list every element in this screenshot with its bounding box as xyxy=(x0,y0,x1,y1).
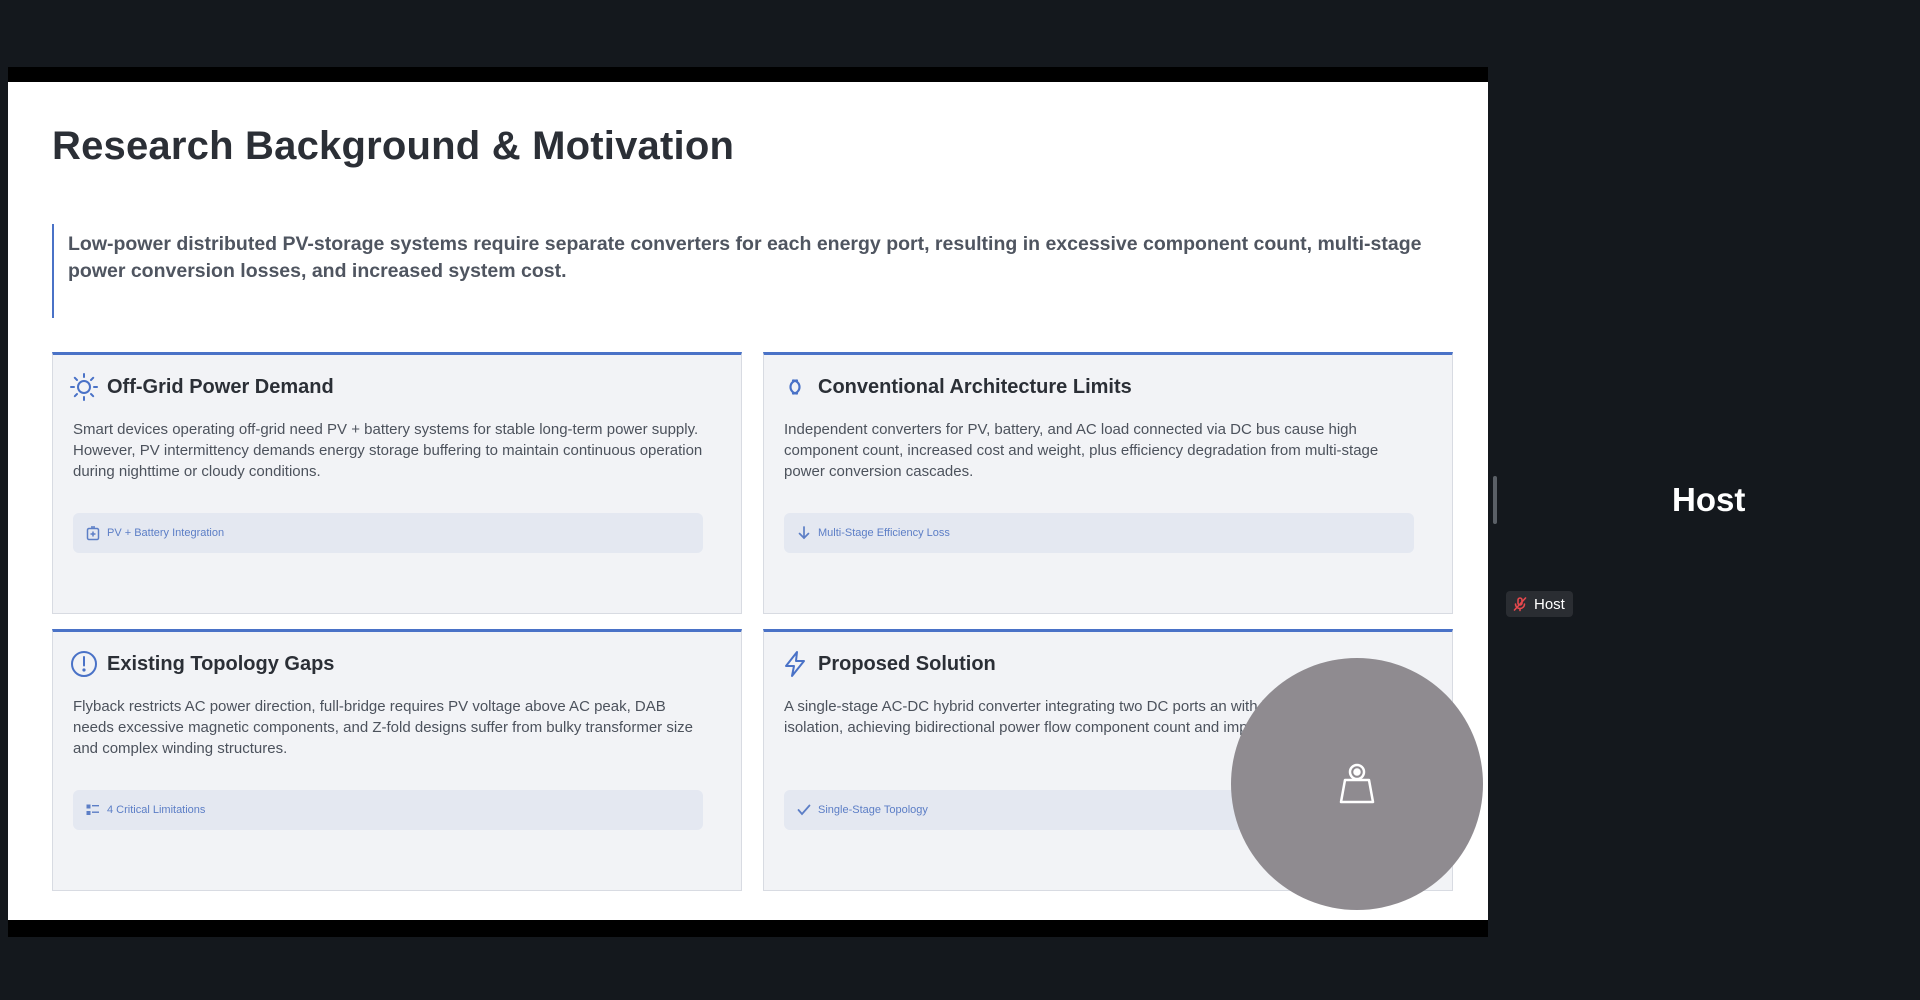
card-existing-topology-gaps: Existing Topology Gaps Flyback restricts… xyxy=(52,629,742,891)
camera-preview-bubble[interactable] xyxy=(1231,658,1483,910)
card-off-grid-power-demand: Off-Grid Power Demand Smart devices oper… xyxy=(52,352,742,614)
link-icon xyxy=(780,372,810,402)
card-title: Proposed Solution xyxy=(818,653,996,675)
list-icon xyxy=(86,804,99,815)
meeting-window: Research Background & Motivation Low-pow… xyxy=(0,0,1920,1000)
card-title: Off-Grid Power Demand xyxy=(107,376,334,398)
intro-text: Low-power distributed PV-storage systems… xyxy=(68,233,1422,282)
card-title: Conventional Architecture Limits xyxy=(818,376,1132,398)
mic-muted-icon xyxy=(1513,597,1527,612)
card-tag-label: 4 Critical Limitations xyxy=(107,804,206,816)
panel-resize-handle[interactable] xyxy=(1493,476,1497,524)
slide-title: Research Background & Motivation xyxy=(52,124,735,168)
camera-off-icon xyxy=(1339,763,1375,804)
card-description: Flyback restricts AC power direction, fu… xyxy=(73,698,694,757)
card-tag-label: Single-Stage Topology xyxy=(818,804,928,816)
card-conventional-architecture-limits: Conventional Architecture Limits Indepen… xyxy=(763,352,1453,614)
card-title: Existing Topology Gaps xyxy=(107,653,335,675)
card-tag-label: Multi-Stage Efficiency Loss xyxy=(818,527,950,539)
participant-chip-label: Host xyxy=(1534,595,1565,613)
participant-name-chip: Host xyxy=(1506,591,1573,617)
battery-icon xyxy=(86,526,100,541)
card-description: Smart devices operating off-grid need PV… xyxy=(73,421,703,480)
participant-name-large: Host xyxy=(1672,481,1746,518)
alert-circle-icon xyxy=(69,649,99,679)
sun-icon xyxy=(69,372,99,402)
card-tag: Multi-Stage Efficiency Loss xyxy=(784,513,1414,553)
card-tag: PV + Battery Integration xyxy=(73,513,703,553)
arrow-down-icon xyxy=(798,526,810,540)
card-tag: 4 Critical Limitations xyxy=(73,790,703,830)
card-tag-label: PV + Battery Integration xyxy=(107,527,225,539)
check-icon xyxy=(797,804,811,816)
lightning-icon xyxy=(780,649,810,679)
intro-callout: Low-power distributed PV-storage systems… xyxy=(52,224,1452,318)
card-description: Independent converters for PV, battery, … xyxy=(784,421,1379,480)
